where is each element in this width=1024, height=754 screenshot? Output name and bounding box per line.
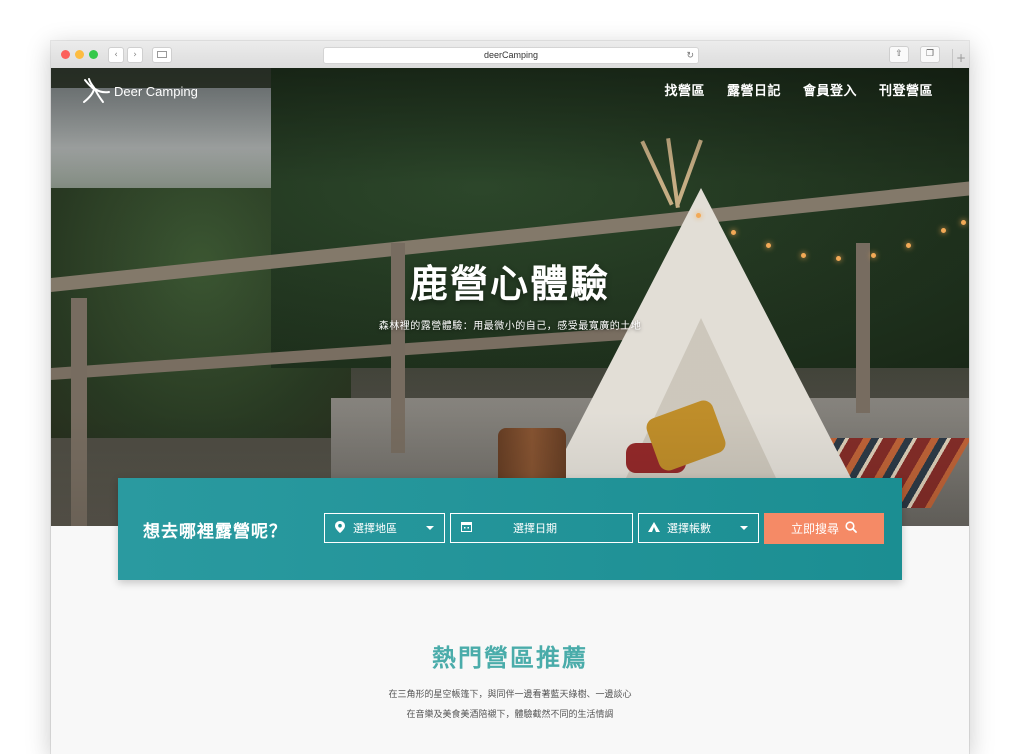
hero-subtitle: 森林裡的露營體驗：用最微小的自己，感受最寬廣的土地 (378, 321, 642, 332)
search-panel: 想去哪裡露營呢？ 選擇地區 選擇日期 選擇帳數 立即搜尋 (118, 478, 902, 580)
hero-title: 鹿營心體驗 (409, 262, 610, 306)
deer-logo-icon (81, 77, 111, 105)
logo-text: Deer Camping (114, 83, 198, 99)
main-nav: 找營區 露營日記 會員登入 刊登營區 (664, 80, 933, 99)
tent-icon (647, 521, 661, 535)
share-icon[interactable]: ⇧ (889, 46, 909, 63)
reload-icon[interactable]: ↻ (686, 48, 694, 63)
sidebar-toggle-icon[interactable] (152, 47, 172, 63)
nav-camping-diary[interactable]: 露營日記 (727, 80, 781, 99)
nav-find-campsite[interactable]: 找營區 (664, 80, 705, 99)
section-description-line: 在音樂及美食美酒陪襯下，體驗截然不同的生活情調 (406, 710, 614, 720)
browser-window: ‹ › deerCamping ↻ ⇧ ❐ + Deer Camping 找營區… (51, 41, 969, 754)
tabs-icon[interactable]: ❐ (920, 46, 940, 63)
back-icon[interactable]: ‹ (108, 47, 124, 63)
search-icon (845, 521, 857, 536)
nav-member-login[interactable]: 會員登入 (803, 80, 857, 99)
date-picker-value: 選擇日期 (513, 522, 557, 535)
region-select[interactable]: 選擇地區 (324, 513, 445, 543)
date-picker[interactable]: 選擇日期 (450, 513, 633, 543)
site-logo[interactable]: Deer Camping (81, 76, 198, 106)
new-tab-icon[interactable]: + (952, 49, 969, 68)
nav-list-campsite[interactable]: 刊登營區 (879, 80, 933, 99)
address-url: deerCamping (483, 50, 539, 60)
region-select-value: 選擇地區 (353, 522, 397, 535)
chevron-down-icon (740, 526, 748, 530)
tents-select-value: 選擇帳數 (667, 522, 711, 535)
tents-select[interactable]: 選擇帳數 (638, 513, 759, 543)
map-pin-icon (333, 520, 347, 536)
zoom-window-button[interactable] (89, 50, 98, 59)
search-button[interactable]: 立即搜尋 (764, 513, 884, 544)
close-window-button[interactable] (61, 50, 70, 59)
minimize-window-button[interactable] (75, 50, 84, 59)
search-label: 想去哪裡露營呢？ (143, 522, 287, 542)
hero-banner: Deer Camping 找營區 露營日記 會員登入 刊登營區 鹿營心體驗 森林… (51, 68, 969, 526)
chevron-down-icon (426, 526, 434, 530)
section-description-line: 在三角形的星空帳篷下，與同伴一邊看著藍天綠樹、一邊談心 (388, 690, 632, 700)
address-bar[interactable]: deerCamping ↻ (323, 47, 699, 64)
calendar-icon (459, 521, 473, 535)
section-title: 熱門營區推薦 (432, 644, 588, 672)
browser-toolbar: ‹ › deerCamping ↻ ⇧ ❐ + (51, 41, 969, 69)
section-description: 在三角形的星空帳篷下，與同伴一邊看著藍天綠樹、一邊談心 在音樂及美食美酒陪襯下，… (51, 685, 969, 725)
forward-icon[interactable]: › (127, 47, 143, 63)
search-button-label: 立即搜尋 (790, 522, 839, 536)
